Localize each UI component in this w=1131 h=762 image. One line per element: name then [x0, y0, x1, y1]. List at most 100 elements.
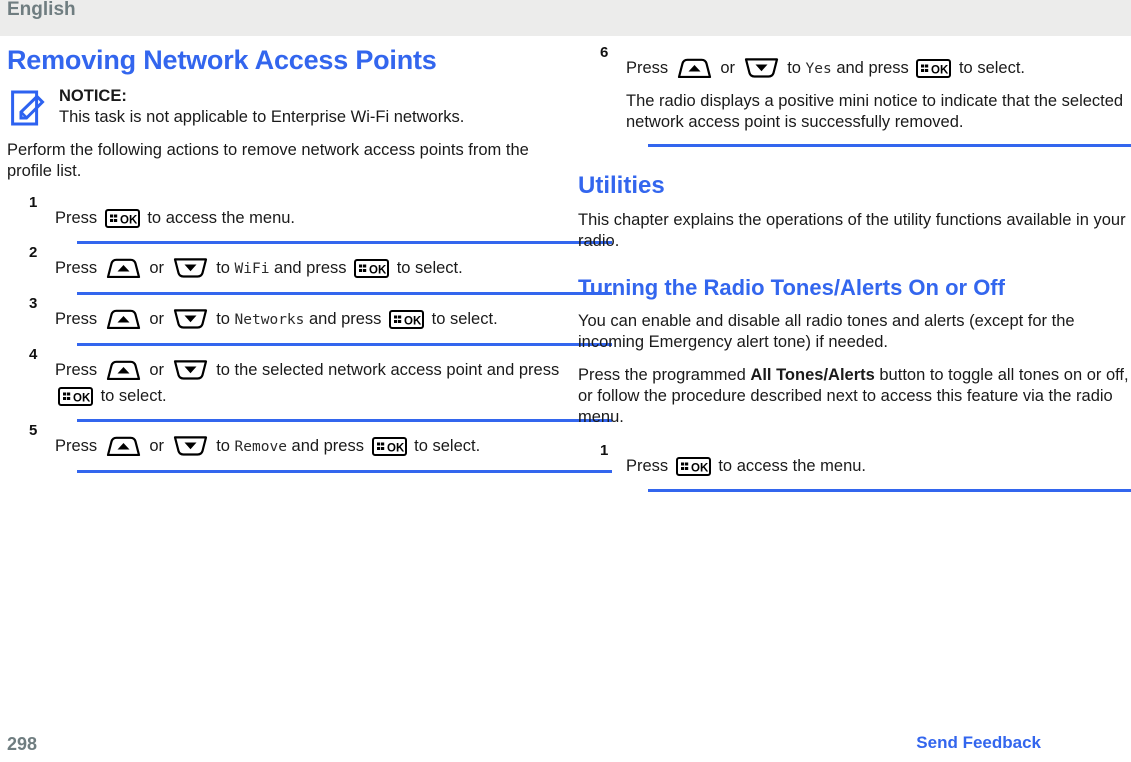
up-arrow-key-icon	[105, 360, 142, 380]
down-arrow-key-icon	[172, 360, 209, 380]
step-text-fragment: or	[715, 59, 740, 77]
step-number: 2	[29, 244, 38, 261]
ok-key-icon: OK	[104, 209, 140, 228]
ok-key-icon: OK	[675, 457, 711, 476]
step-text-fragment: and press	[831, 59, 914, 77]
utilities-heading: Utilities	[578, 172, 665, 199]
down-arrow-key-icon	[172, 258, 209, 278]
ok-key-icon: OK	[389, 310, 425, 329]
step-text-fragment: to select.	[409, 437, 481, 455]
step-item: 1 Press OK to access the menu.	[7, 194, 612, 244]
svg-text:OK: OK	[691, 462, 709, 474]
page-title: Removing Network Access Points	[7, 45, 437, 75]
notice-pencil-icon	[11, 90, 45, 130]
step-text-fragment: Press	[55, 437, 102, 455]
step-text-fragment: and press	[269, 259, 352, 277]
notice-text: This task is not applicable to Enterpris…	[59, 108, 465, 126]
step-text-fragment: to select.	[392, 259, 463, 277]
step-item: 2 Press or to WiFi and press OK to select…	[7, 244, 612, 295]
svg-text:OK: OK	[73, 392, 91, 404]
step-divider	[77, 470, 612, 473]
up-arrow-key-icon	[105, 258, 142, 278]
right-steps-list: 1 Press OK to access the menu.	[578, 442, 1131, 492]
step-instruction: Press or to Networks and press OK to sel…	[55, 295, 567, 336]
step-text-fragment: or	[144, 361, 169, 379]
step-text-fragment: to select.	[954, 59, 1026, 77]
step-text-fragment: Press	[626, 59, 673, 77]
up-arrow-key-icon	[105, 309, 142, 329]
up-arrow-key-icon	[676, 58, 713, 78]
down-arrow-key-icon	[172, 436, 209, 456]
step-instruction: Press or to Yes and press OK to select.	[626, 44, 1131, 85]
notice-title: NOTICE:	[59, 87, 127, 105]
step-instruction: Press or to WiFi and press OK to select.	[55, 244, 567, 285]
step-number: 4	[29, 346, 38, 363]
step-number: 6	[600, 44, 609, 61]
step-divider	[648, 144, 1131, 147]
step-item: 4 Press or to the selected network access…	[7, 346, 612, 422]
send-feedback-link[interactable]: Send Feedback	[916, 733, 1041, 753]
step-instruction: Press or to the selected network access …	[55, 346, 567, 412]
left-steps-list: 1 Press OK to access the menu. 2 Press or t…	[7, 194, 612, 473]
page-header-band: English	[0, 0, 1131, 36]
svg-text:OK: OK	[404, 315, 422, 327]
step-text-fragment: to	[782, 59, 806, 77]
menu-item-name: WiFi	[234, 261, 270, 277]
ok-key-icon: OK	[354, 259, 390, 278]
notice-body: NOTICE: This task is not applicable to E…	[59, 86, 464, 128]
step-text-fragment: to access the menu.	[713, 457, 867, 475]
step-text-fragment: or	[144, 259, 169, 277]
svg-text:OK: OK	[120, 214, 138, 226]
step-text-fragment: Press	[626, 457, 673, 475]
step-text-fragment: Press	[55, 361, 102, 379]
page-number: 298	[7, 734, 38, 754]
step-item: 5 Press or to Remove and press OK to sele…	[7, 422, 612, 473]
step-item: 3 Press or to Networks and press OK to se…	[7, 295, 612, 346]
down-arrow-key-icon	[743, 58, 780, 78]
step-number: 1	[600, 442, 609, 459]
step-number: 3	[29, 295, 38, 312]
tones-paragraph-1: You can enable and disable all radio ton…	[578, 312, 1075, 351]
tones-alerts-heading: Turning the Radio Tones/Alerts On or Off	[578, 275, 1005, 300]
step-number: 1	[29, 194, 38, 211]
right-column: 6 Press or to Yes and press OK to select.…	[578, 44, 1131, 492]
step-text-fragment: and press	[304, 310, 387, 328]
step-number: 5	[29, 422, 38, 439]
language-label: English	[7, 0, 76, 20]
menu-item-name: Yes	[805, 61, 832, 77]
step-text-fragment: to	[211, 437, 235, 455]
svg-text:OK: OK	[387, 442, 405, 454]
step-text-fragment: to	[211, 310, 235, 328]
notice-block: NOTICE: This task is not applicable to E…	[7, 86, 567, 130]
step-result-note: The radio displays a positive mini notic…	[626, 92, 1124, 131]
tones-paragraph-2: Press the programmed All Tones/Alerts bu…	[578, 365, 1131, 428]
step-text-fragment: or	[144, 437, 169, 455]
left-column: Removing Network Access Points NOTICE: T…	[7, 44, 612, 473]
step-instruction: Press OK to access the menu.	[626, 442, 1131, 482]
step-instruction: Press OK to access the menu.	[55, 194, 567, 234]
step-text-fragment: to the selected network access point and…	[211, 361, 560, 379]
step-instruction: Press or to Remove and press OK to selec…	[55, 422, 567, 463]
step-text-fragment: and press	[286, 437, 369, 455]
step-text-fragment: to	[211, 259, 235, 277]
utilities-intro: This chapter explains the operations of …	[578, 211, 1126, 250]
step-text-fragment: to select.	[96, 387, 167, 405]
intro-paragraph: Perform the following actions to remove …	[7, 141, 529, 180]
step-item: 6 Press or to Yes and press OK to select.…	[578, 44, 1131, 147]
ok-key-icon: OK	[371, 437, 407, 456]
svg-text:OK: OK	[931, 64, 949, 76]
step-text-fragment: Press	[55, 310, 102, 328]
step-text-fragment: Press	[55, 259, 102, 277]
ok-key-icon: OK	[916, 59, 952, 78]
step-divider	[648, 489, 1131, 492]
menu-item-name: Remove	[234, 439, 287, 455]
svg-text:OK: OK	[369, 264, 387, 276]
step-text-fragment: to access the menu.	[142, 209, 296, 227]
down-arrow-key-icon	[172, 309, 209, 329]
ok-key-icon: OK	[58, 387, 93, 406]
document-page: English Removing Network Access Points N…	[0, 0, 1131, 762]
all-tones-alerts-button-name: All Tones/Alerts	[750, 366, 875, 384]
step-text-fragment: to select.	[427, 310, 498, 328]
step-text-fragment: Press	[55, 209, 102, 227]
step-item: 1 Press OK to access the menu.	[578, 442, 1131, 492]
